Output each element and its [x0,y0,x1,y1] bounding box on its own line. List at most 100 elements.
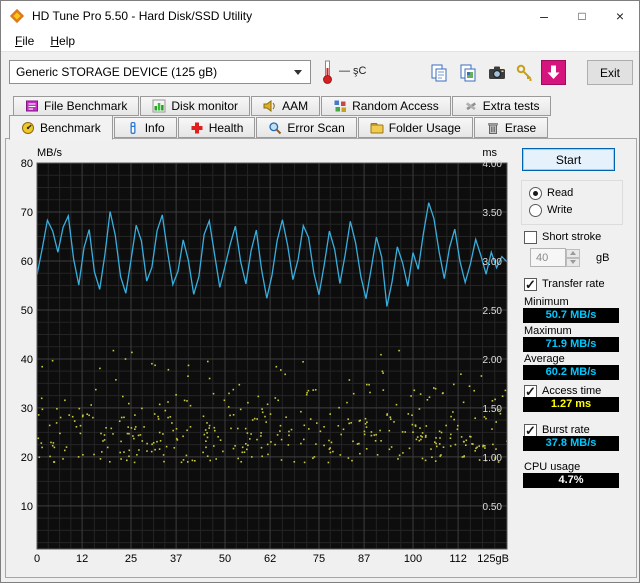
tab-random-access[interactable]: Random Access [321,96,451,116]
svg-text:50: 50 [21,305,33,317]
access-time-checkbox-box[interactable] [524,384,537,400]
chevron-down-icon [294,69,302,75]
svg-text:70: 70 [21,207,33,219]
burst-rate-label: Burst rate [542,424,590,436]
tab-folder-usage[interactable]: Folder Usage [357,117,473,138]
tab-label: Disk monitor [171,99,239,113]
menu-file-rest: ile [22,34,35,48]
svg-text:3.00: 3.00 [483,257,503,268]
access-time-value: 1.27 ms [523,397,619,412]
menu-bar: File Help [1,31,639,52]
copy-image-icon[interactable] [455,60,480,85]
minimum-value: 50.7 MB/s [523,308,619,323]
svg-text:12: 12 [76,553,88,565]
tab-aam[interactable]: AAM [251,96,321,116]
tab-label: Info [144,120,165,135]
tab-file-benchmark[interactable]: File Benchmark [13,96,140,116]
short-stroke-label: Short stroke [542,231,602,243]
svg-text:80: 80 [21,158,33,170]
svg-text:60: 60 [21,256,33,268]
start-button[interactable]: Start [522,148,615,171]
read-radio[interactable]: Read [529,186,573,200]
average-value: 60.2 MB/s [523,365,619,380]
cpu-usage-value: 4.7% [523,473,619,488]
svg-text:MB/s: MB/s [37,147,63,159]
access-time-checkbox[interactable]: Access time [524,384,601,400]
menu-help[interactable]: Help [42,32,83,50]
toolbar: Generic STORAGE DEVICE (125 gB) — şC Exi… [1,53,639,91]
tab-health[interactable]: Health [177,117,256,138]
tab-label: File Benchmark [44,99,128,113]
save-image-button[interactable] [541,60,566,85]
tab-extra-tests[interactable]: Extra tests [451,96,552,116]
spinner-down-button [566,257,580,267]
app-icon [9,8,25,24]
burst-rate-checkbox-box[interactable] [524,423,537,439]
tab-label: Erase [504,120,537,135]
burst-rate-checkbox[interactable]: Burst rate [524,423,590,439]
tab-label: Benchmark [40,120,101,135]
write-radio[interactable]: Write [529,203,572,217]
close-button[interactable]: × [601,1,639,31]
read-radio-circle[interactable] [529,186,542,200]
device-select[interactable]: Generic STORAGE DEVICE (125 gB) [9,60,311,84]
maximum-label: Maximum [524,325,572,337]
tab-label: AAM [282,99,309,113]
average-label: Average [524,353,565,365]
tab-disk-monitor[interactable]: Disk monitor [140,96,251,116]
short-stroke-checkbox-box[interactable] [524,230,537,244]
short-stroke-checkbox[interactable]: Short stroke [524,230,601,244]
tab-row-primary: Benchmark Info Health Error Scan Folder … [9,115,549,140]
tab-benchmark[interactable]: Benchmark [9,115,113,140]
tab-erase[interactable]: Erase [473,117,549,138]
folder-usage-icon [370,121,384,135]
svg-text:125gB: 125gB [477,553,509,565]
svg-text:1.00: 1.00 [483,453,503,464]
svg-text:0: 0 [34,553,40,565]
spinner-up-button [566,248,580,258]
short-stroke-unit-label: gB [596,251,610,264]
svg-text:112: 112 [449,553,467,565]
svg-text:1.50: 1.50 [483,404,503,415]
tab-label: Error Scan [287,120,345,135]
svg-text:75: 75 [313,553,325,565]
tab-label: Folder Usage [388,120,461,135]
camera-icon[interactable] [484,60,509,85]
exit-button[interactable]: Exit [587,60,633,85]
copy-text-icon[interactable] [426,60,451,85]
device-select-value: Generic STORAGE DEVICE (125 gB) [16,65,218,79]
tab-label: Random Access [352,99,439,113]
svg-text:10: 10 [21,501,33,513]
tab-label: Health [208,120,244,135]
tab-info[interactable]: Info [113,117,177,138]
error-scan-icon [268,121,282,135]
transfer-rate-checkbox-box[interactable] [524,277,537,293]
tab-error-scan[interactable]: Error Scan [256,117,357,138]
short-stroke-size-input: 40 [530,248,566,267]
transfer-rate-label: Transfer rate [542,278,605,290]
menu-file[interactable]: File [7,32,42,50]
write-radio-circle[interactable] [529,203,542,217]
svg-text:0.50: 0.50 [483,502,503,513]
menu-help-rest: elp [59,34,76,48]
svg-text:37: 37 [170,553,182,565]
minimum-label: Minimum [524,296,569,308]
health-icon [190,121,204,135]
disk-monitor-icon [152,99,166,113]
burst-rate-value: 37.8 MB/s [523,436,619,451]
transfer-rate-checkbox[interactable]: Transfer rate [524,277,605,293]
short-stroke-size: 40 gB [530,248,609,267]
aam-icon [263,99,277,113]
svg-text:62: 62 [264,553,276,565]
thermometer-icon [321,59,334,88]
window-title: HD Tune Pro 5.50 - Hard Disk/SSD Utility [32,9,253,23]
tab-row-secondary: File Benchmark Disk monitor AAM Random A… [13,96,552,116]
menu-help-accel: H [50,34,60,48]
minimize-button[interactable]: – [525,1,563,31]
read-radio-label: Read [547,187,574,199]
maximize-button[interactable]: □ [563,1,601,31]
svg-text:20: 20 [21,452,33,464]
serial-key-icon[interactable] [512,60,537,85]
titlebar: HD Tune Pro 5.50 - Hard Disk/SSD Utility… [1,1,639,31]
benchmark-chart: MB/s ms 80 70 60 50 40 30 20 10 4.00 3.50 3.00 2.50 2.… [21,147,509,565]
